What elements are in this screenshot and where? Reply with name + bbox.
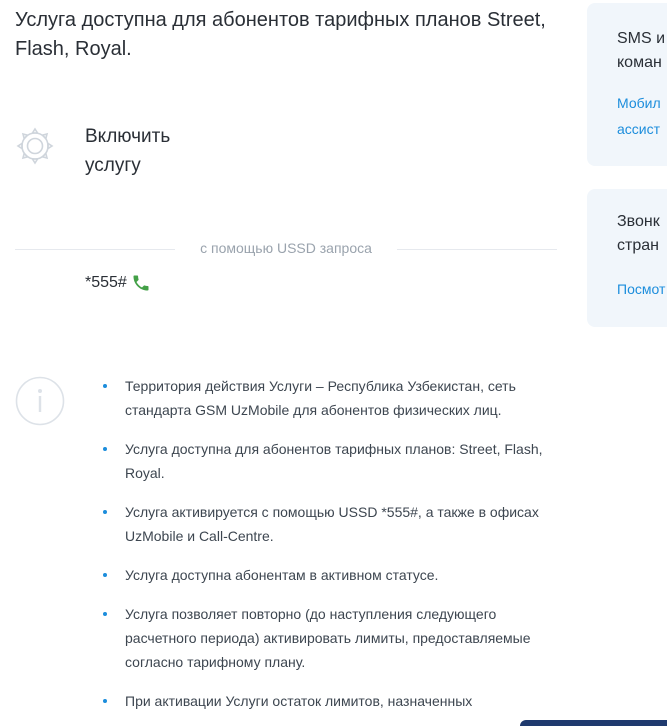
list-item: Услуга активируется с помощью USSD *555#…	[103, 500, 553, 548]
list-item: Услуга позволяет повторно (до наступлени…	[103, 602, 553, 674]
list-item: При активации Услуги остаток лимитов, на…	[103, 689, 553, 713]
list-item: Территория действия Услуги – Республика …	[103, 374, 553, 422]
enable-service-title: Включить услугу	[85, 122, 225, 180]
enable-title-line1: Включить	[85, 126, 171, 147]
sidebar-card-calls-link[interactable]: Посмот	[617, 276, 665, 302]
sidebar-card-sms[interactable]: SMS и коман Мобил ассист	[587, 3, 667, 166]
ussd-method-label: с помощью USSD запроса	[200, 240, 372, 256]
ussd-code-text: *555#	[85, 274, 127, 291]
card-title-line: стран	[617, 237, 659, 254]
sidebar-card-calls[interactable]: Звонк стран Посмот	[587, 189, 667, 327]
divider-right	[397, 249, 557, 250]
card-title-line: коман	[617, 54, 662, 71]
card-title-line: SMS и	[617, 30, 666, 47]
phone-icon	[133, 275, 149, 291]
card-link-line: Мобил	[617, 95, 661, 111]
sidebar-card-sms-link[interactable]: Мобил ассист	[617, 90, 661, 142]
gear-icon	[16, 127, 54, 165]
info-icon	[15, 376, 65, 426]
card-link-line: ассист	[617, 121, 661, 137]
page-headline: Услуга доступна для абонентов тарифных п…	[15, 9, 546, 60]
enable-title-line2: услугу	[85, 155, 141, 176]
sidebar-card-sms-title: SMS и коман	[617, 27, 667, 75]
service-notes-list: Территория действия Услуги – Республика …	[103, 374, 553, 728]
sidebar-card-calls-title: Звонк стран	[617, 210, 667, 258]
list-item: Услуга доступна для абонентов тарифных п…	[103, 437, 553, 485]
bottom-floating-bar[interactable]	[520, 720, 667, 726]
ussd-code[interactable]: *555#	[85, 273, 151, 293]
card-title-line: Звонк	[617, 213, 660, 230]
list-item: Услуга доступна абонентам в активном ста…	[103, 563, 553, 587]
divider-left	[15, 249, 175, 250]
